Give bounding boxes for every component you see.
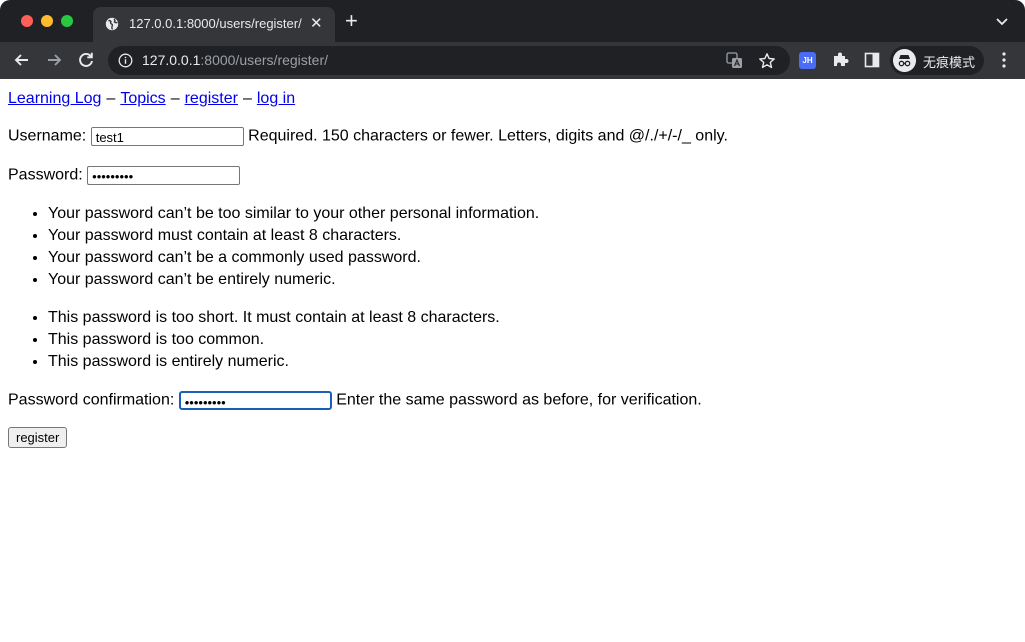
forward-arrow-icon[interactable]	[44, 50, 64, 70]
chevron-down-icon[interactable]	[994, 13, 1010, 29]
translate-icon[interactable]	[726, 52, 743, 69]
list-item: Your password must contain at least 8 ch…	[48, 225, 948, 247]
nav-separator: –	[170, 90, 180, 107]
password-label: Password:	[8, 166, 83, 184]
list-item: This password is too common.	[48, 329, 948, 351]
reload-icon[interactable]	[76, 50, 96, 70]
register-button[interactable]: register	[8, 427, 68, 448]
tab-title: 127.0.0.1:8000/users/register/	[129, 16, 302, 31]
list-item: This password is too short. It must cont…	[48, 307, 948, 329]
minimize-window-button[interactable]	[41, 15, 53, 27]
password-row: Password: •••••••••	[8, 166, 241, 185]
incognito-label: 无痕模式	[923, 55, 976, 70]
puzzle-extensions-icon[interactable]	[832, 51, 849, 68]
username-label: Username:	[8, 127, 87, 145]
topics-link[interactable]: Topics	[120, 90, 165, 107]
toolbar: 127.0.0.1:8000/users/register/ JH 无痕模式	[0, 42, 1025, 80]
username-row: Username: test1 Required. 150 characters…	[8, 127, 728, 146]
back-arrow-icon[interactable]	[12, 50, 32, 70]
bookmark-star-icon[interactable]	[758, 52, 776, 70]
list-item: Your password can’t be entirely numeric.	[48, 269, 948, 291]
url-text: 127.0.0.1:8000/users/register/	[142, 52, 328, 68]
incognito-profile-button[interactable]: 无痕模式	[890, 46, 984, 75]
page-content: Learning Log – Topics – register – log in User…	[0, 79, 1025, 642]
maximize-window-button[interactable]	[61, 15, 73, 27]
password-help-list: Your password can’t be too similar to yo…	[0, 203, 948, 291]
browser-window: 127.0.0.1:8000/users/register/ ✕ + 127.0…	[0, 0, 1025, 642]
list-item: This password is entirely numeric.	[48, 351, 948, 373]
incognito-icon	[893, 49, 916, 72]
password-error-list: This password is too short. It must cont…	[0, 307, 948, 373]
info-icon[interactable]	[118, 53, 133, 68]
password-input[interactable]: •••••••••	[87, 166, 241, 185]
learning-log-link[interactable]: Learning Log	[8, 90, 101, 107]
list-item: Your password can’t be a commonly used p…	[48, 247, 948, 269]
tab-strip: 127.0.0.1:8000/users/register/ ✕ +	[0, 0, 1025, 42]
url-path: :8000/users/register/	[200, 52, 329, 68]
username-input[interactable]: test1	[90, 127, 244, 146]
jh-extension-icon[interactable]: JH	[799, 52, 816, 69]
password-confirmation-label: Password confirmation:	[8, 391, 175, 409]
close-window-button[interactable]	[21, 15, 33, 27]
globe-icon	[105, 17, 119, 31]
register-link[interactable]: register	[185, 90, 238, 107]
login-link[interactable]: log in	[257, 90, 295, 107]
active-tab[interactable]: 127.0.0.1:8000/users/register/ ✕	[93, 7, 335, 42]
address-bar[interactable]: 127.0.0.1:8000/users/register/	[108, 46, 790, 75]
password-confirmation-row: Password confirmation: ••••••••• Enter t…	[8, 391, 702, 410]
new-tab-button[interactable]: +	[345, 10, 358, 32]
tab-close-icon[interactable]: ✕	[310, 15, 323, 33]
nav-separator: –	[106, 90, 116, 107]
side-panel-icon[interactable]	[864, 52, 880, 68]
password-confirmation-help-text: Enter the same password as before, for v…	[336, 391, 702, 409]
nav-separator: –	[242, 90, 252, 107]
password-confirmation-input[interactable]: •••••••••	[178, 391, 332, 410]
username-help-text: Required. 150 characters or fewer. Lette…	[248, 127, 728, 145]
list-item: Your password can’t be too similar to yo…	[48, 203, 948, 225]
kebab-menu-icon[interactable]	[996, 51, 1012, 69]
site-nav: Learning Log – Topics – register – log in	[8, 90, 295, 108]
url-host: 127.0.0.1	[142, 52, 201, 68]
